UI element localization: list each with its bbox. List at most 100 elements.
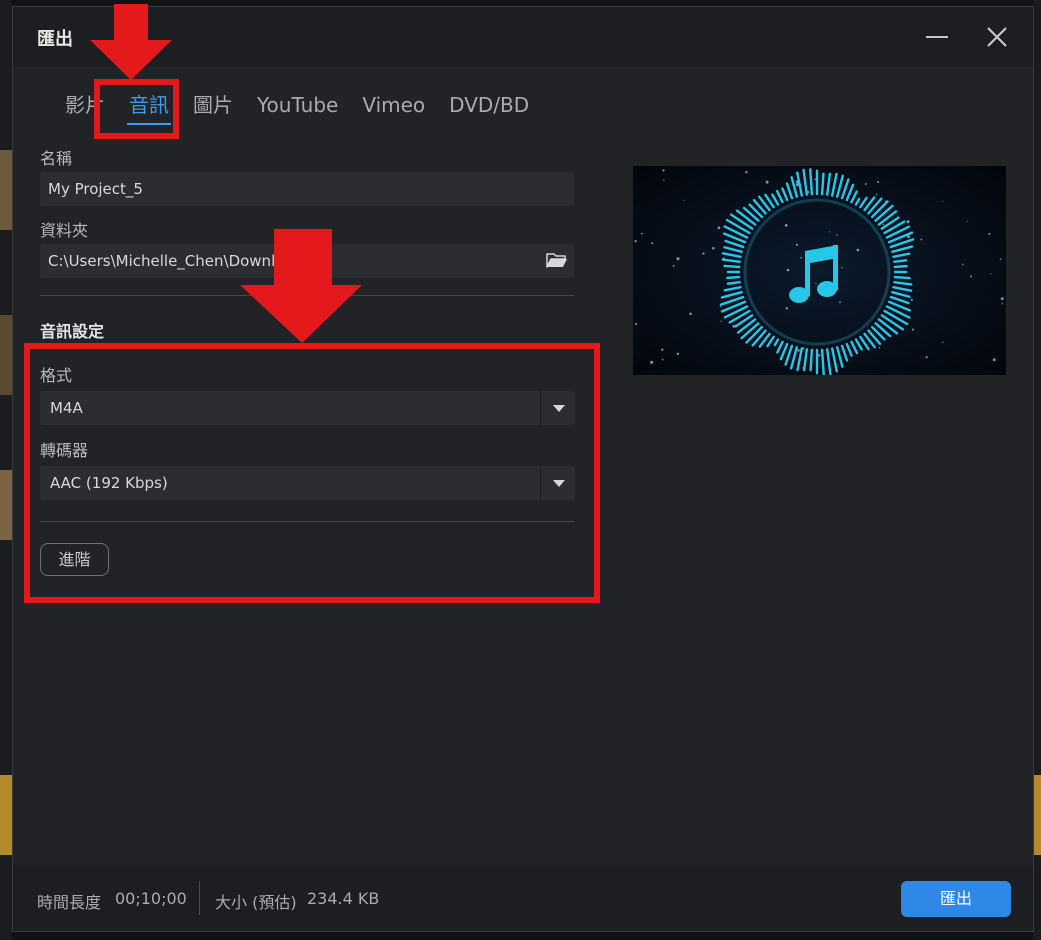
audio-preview-thumbnail [633,166,1006,375]
star-dot [999,258,1002,260]
dropdown-separator [540,466,541,500]
minimize-icon [926,36,948,38]
star-dot [906,220,910,224]
star-dot [942,341,944,343]
star-dot [795,243,798,246]
star-dot [634,240,637,243]
star-dot [717,226,721,230]
name-label: 名稱 [40,149,73,168]
export-button[interactable]: 匯出 [901,881,1011,917]
star-dot [676,352,680,356]
star-dot [663,179,665,181]
star-dot [720,305,722,308]
waveform-bar [820,348,825,375]
tab-video[interactable]: 影片 [53,91,117,127]
star-dot [925,356,928,359]
folder-field[interactable]: C:\Users\Michelle_Chen\Downlo [40,244,574,278]
star-dot [785,307,789,310]
tab-dvd-bd[interactable]: DVD/BD [437,91,541,127]
chevron-down-icon[interactable] [553,405,565,412]
footer-divider [199,881,200,915]
star-dot [817,354,821,357]
star-dot [864,183,867,185]
star-dot [966,220,968,222]
dropdown-separator [540,391,541,425]
star-dot [877,180,880,184]
dialog-title: 匯出 [37,29,73,50]
star-dot [970,275,972,278]
waveform-bar [726,280,741,285]
size-value: 234.4 KB [307,889,380,908]
star-dot [992,358,996,362]
tab-image[interactable]: 圖片 [181,91,245,127]
star-dot [676,257,680,261]
star-dot [662,169,665,172]
close-button[interactable] [979,19,1015,55]
background-thumbnail [0,150,12,230]
name-field[interactable] [40,172,574,206]
section-divider [40,521,574,522]
star-dot [815,282,817,284]
star-dot [836,234,838,236]
background-timeline-clip [1033,775,1041,855]
dialog-footer: 時間長度 00;10;00 大小 (預估) 234.4 KB 匯出 [13,865,1033,931]
tab-audio[interactable]: 音訊 [117,91,181,127]
star-dot [641,232,643,235]
star-dot [784,224,788,227]
format-label: 格式 [40,366,73,385]
star-dot [689,312,692,316]
star-dot [990,272,992,275]
folder-label: 資料夾 [40,221,89,240]
preview-image [633,166,1006,375]
star-dot [661,358,664,361]
star-dot [672,264,675,267]
star-dot [962,263,964,266]
folder-open-icon[interactable] [546,250,568,270]
star-dot [882,224,885,226]
tab-youtube[interactable]: YouTube [245,91,350,127]
star-dot [745,171,748,174]
star-dot [651,242,654,245]
star-dot [720,320,722,322]
encoder-label: 轉碼器 [40,441,89,460]
star-dot [702,252,705,255]
section-divider [40,295,574,296]
star-dot [920,238,923,241]
advanced-button[interactable]: 進階 [40,543,109,576]
star-dot [635,323,638,326]
star-dot [856,248,860,252]
background-timeline-clip [0,775,12,855]
star-dot [910,298,913,301]
waveform-bar [893,275,911,280]
star-dot [1000,297,1004,301]
waveform-bar [723,264,741,269]
tab-vimeo[interactable]: Vimeo [350,91,437,127]
star-dot [786,268,790,272]
name-input[interactable] [48,180,528,198]
star-dot [875,193,878,196]
star-dot [841,267,843,269]
waveform-bar [809,168,814,196]
background-thumbnail [0,470,12,540]
folder-path: C:\Users\Michelle_Chen\Downlo [48,252,285,270]
chevron-down-icon[interactable] [553,480,565,487]
minimize-button[interactable] [919,19,955,55]
encoder-select[interactable]: AAC (192 Kbps) [40,466,575,500]
star-dot [661,348,664,351]
star-dot [650,360,654,364]
format-select[interactable]: M4A [40,391,575,425]
star-dot [800,257,802,259]
duration-label: 時間長度 [37,893,102,912]
waveform-bar [726,275,741,280]
star-dot [797,349,800,352]
star-dot [878,346,881,349]
star-dot [839,301,841,304]
waveform-bar [820,172,825,196]
star-dot [1001,303,1004,305]
waveform-bar [809,348,814,372]
encoder-value: AAC (192 Kbps) [50,474,168,492]
waveform-bar [893,259,908,264]
export-type-tabs: 影片 音訊 圖片 YouTube Vimeo DVD/BD [53,91,541,127]
star-dot [942,200,944,202]
star-dot [911,328,915,331]
